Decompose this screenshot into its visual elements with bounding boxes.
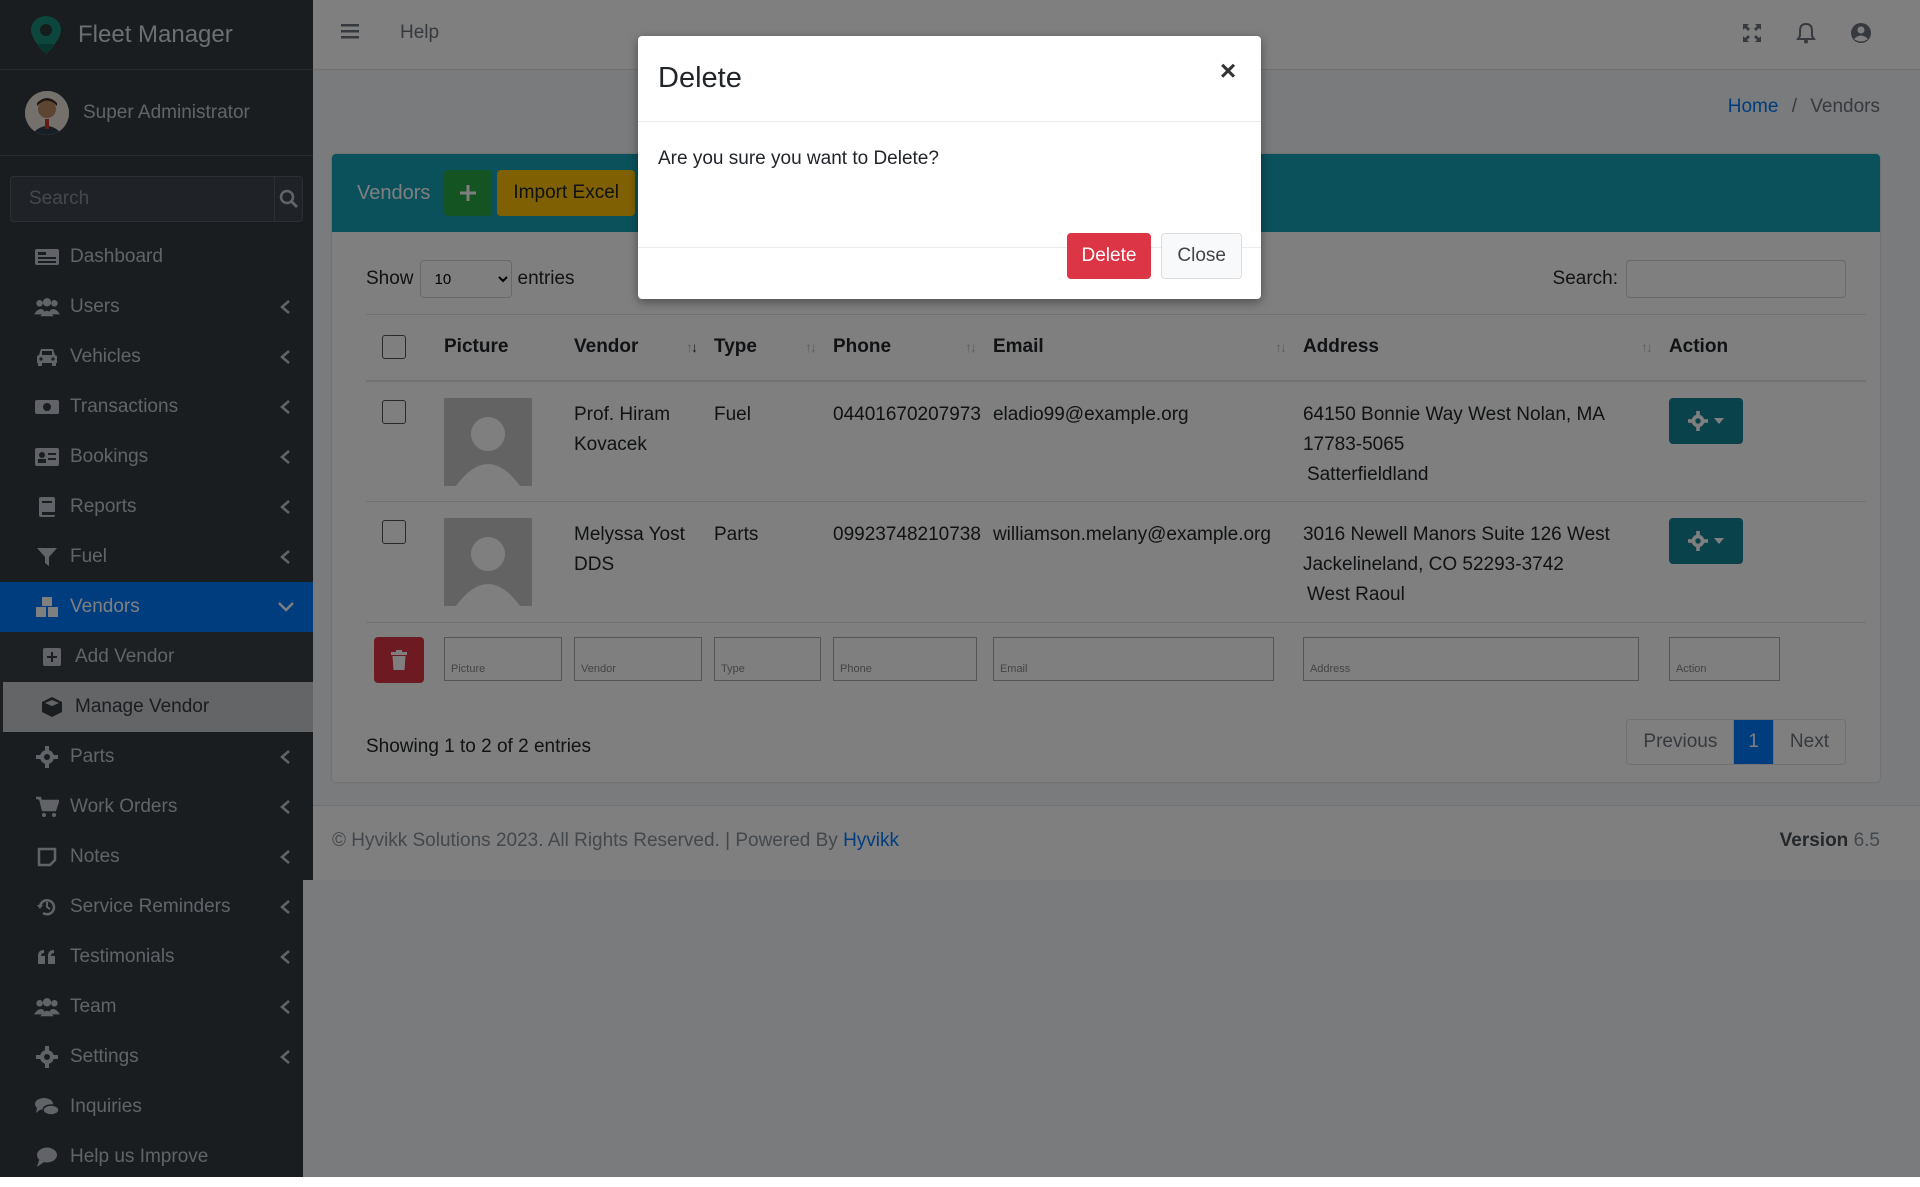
confirm-delete-button[interactable]: Delete [1066,233,1152,279]
bottom-strip [0,1177,1920,1187]
modal-header: Delete × [638,36,1261,122]
modal-body: Are you sure you want to Delete? [638,122,1261,248]
close-button[interactable]: Close [1161,233,1242,279]
close-icon[interactable]: × [1213,55,1243,86]
modal-footer: Delete Close [1066,233,1242,279]
modal-title: Delete [658,62,742,94]
delete-modal: Delete × Are you sure you want to Delete… [638,36,1261,299]
